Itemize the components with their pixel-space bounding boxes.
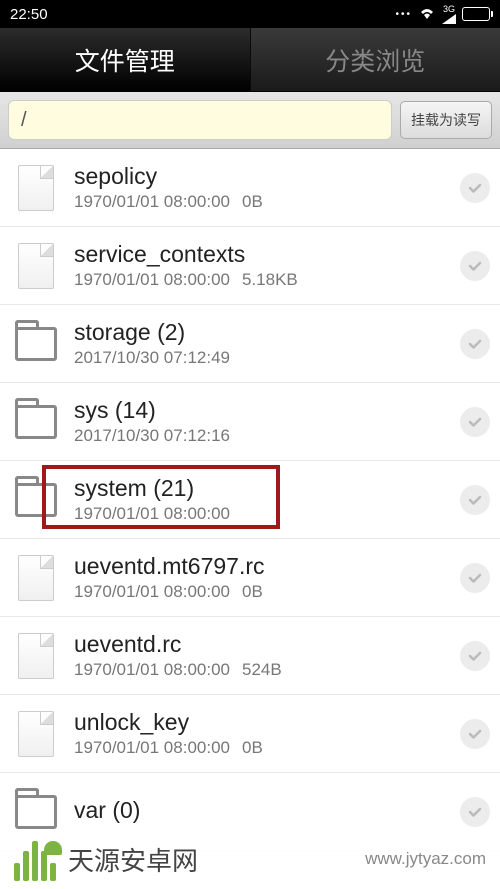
file-info: var (0) — [74, 797, 460, 826]
tab-label: 分类浏览 — [325, 42, 425, 78]
file-info: ueventd.rc1970/01/01 08:00:00524B — [74, 631, 460, 680]
file-info: ueventd.mt6797.rc1970/01/01 08:00:000B — [74, 553, 460, 602]
file-name: ueventd.rc — [74, 631, 460, 658]
file-meta: 2017/10/30 07:12:16 — [74, 426, 460, 446]
file-meta: 1970/01/01 08:00:000B — [74, 738, 460, 758]
file-meta: 1970/01/01 08:00:00524B — [74, 660, 460, 680]
tab-bar: 文件管理 分类浏览 — [0, 28, 500, 92]
file-icon — [14, 634, 58, 678]
tab-category-browse[interactable]: 分类浏览 — [251, 28, 500, 91]
file-meta: 1970/01/01 08:00:000B — [74, 582, 460, 602]
file-icon — [14, 166, 58, 210]
path-input[interactable] — [8, 100, 392, 140]
watermark-title: 天源安卓网 — [68, 841, 198, 878]
file-name: ueventd.mt6797.rc — [74, 553, 460, 580]
file-row[interactable]: service_contexts1970/01/01 08:00:005.18K… — [0, 227, 500, 305]
wifi-icon — [418, 7, 436, 21]
file-icon — [14, 244, 58, 288]
file-icon — [14, 556, 58, 600]
select-checkbox[interactable] — [460, 641, 490, 671]
file-row[interactable]: system (21)1970/01/01 08:00:00 — [0, 461, 500, 539]
file-icon — [14, 712, 58, 756]
folder-icon — [14, 478, 58, 522]
folder-icon — [14, 322, 58, 366]
select-checkbox[interactable] — [460, 485, 490, 515]
signal-icon: 3G — [442, 5, 456, 24]
watermark-logo-icon — [14, 837, 58, 881]
battery-icon — [462, 7, 490, 21]
file-meta: 1970/01/01 08:00:005.18KB — [74, 270, 460, 290]
file-name: sepolicy — [74, 163, 460, 190]
file-meta: 1970/01/01 08:00:000B — [74, 192, 460, 212]
path-bar: 挂载为读写 — [0, 92, 500, 149]
mount-rw-button[interactable]: 挂载为读写 — [400, 101, 492, 139]
file-info: system (21)1970/01/01 08:00:00 — [74, 475, 460, 524]
file-list: sepolicy1970/01/01 08:00:000Bservice_con… — [0, 149, 500, 851]
file-row[interactable]: storage (2)2017/10/30 07:12:49 — [0, 305, 500, 383]
file-info: storage (2)2017/10/30 07:12:49 — [74, 319, 460, 368]
select-checkbox[interactable] — [460, 797, 490, 827]
file-info: unlock_key1970/01/01 08:00:000B — [74, 709, 460, 758]
file-name: system (21) — [74, 475, 460, 502]
status-bar: 22:50 ••• 3G — [0, 0, 500, 28]
watermark: 天源安卓网 www.jytyaz.com — [0, 829, 500, 889]
more-dots-icon: ••• — [395, 9, 412, 20]
folder-icon — [14, 790, 58, 834]
file-row[interactable]: sys (14)2017/10/30 07:12:16 — [0, 383, 500, 461]
file-meta: 2017/10/30 07:12:49 — [74, 348, 460, 368]
status-icons: ••• 3G — [395, 5, 490, 24]
file-row[interactable]: ueventd.mt6797.rc1970/01/01 08:00:000B — [0, 539, 500, 617]
tab-file-manager[interactable]: 文件管理 — [0, 28, 251, 91]
file-info: sys (14)2017/10/30 07:12:16 — [74, 397, 460, 446]
file-name: storage (2) — [74, 319, 460, 346]
file-name: var (0) — [74, 797, 460, 824]
file-row[interactable]: ueventd.rc1970/01/01 08:00:00524B — [0, 617, 500, 695]
file-meta: 1970/01/01 08:00:00 — [74, 504, 460, 524]
watermark-url: www.jytyaz.com — [365, 849, 486, 869]
file-name: service_contexts — [74, 241, 460, 268]
file-row[interactable]: unlock_key1970/01/01 08:00:000B — [0, 695, 500, 773]
select-checkbox[interactable] — [460, 563, 490, 593]
select-checkbox[interactable] — [460, 173, 490, 203]
select-checkbox[interactable] — [460, 407, 490, 437]
tab-label: 文件管理 — [75, 42, 175, 78]
folder-icon — [14, 400, 58, 444]
select-checkbox[interactable] — [460, 251, 490, 281]
file-info: sepolicy1970/01/01 08:00:000B — [74, 163, 460, 212]
file-info: service_contexts1970/01/01 08:00:005.18K… — [74, 241, 460, 290]
file-name: unlock_key — [74, 709, 460, 736]
clock: 22:50 — [10, 6, 48, 23]
file-row[interactable]: sepolicy1970/01/01 08:00:000B — [0, 149, 500, 227]
select-checkbox[interactable] — [460, 329, 490, 359]
file-name: sys (14) — [74, 397, 460, 424]
select-checkbox[interactable] — [460, 719, 490, 749]
